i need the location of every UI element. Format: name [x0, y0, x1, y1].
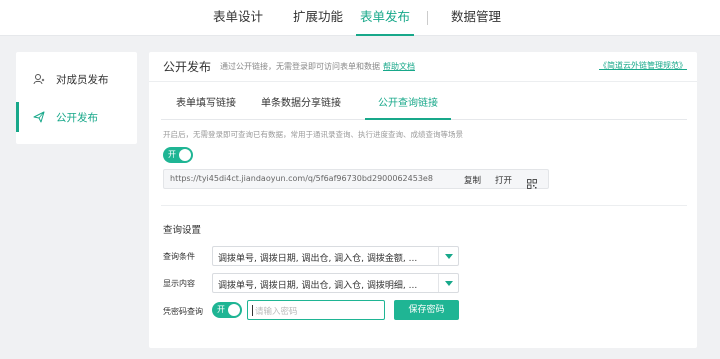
sidebar-item-label: 公开发布	[56, 111, 98, 124]
tab-data-management[interactable]: 数据管理	[451, 0, 501, 36]
description-text: 通过公开链接，无需登录即可访问表单和数据	[220, 62, 380, 71]
text-caret	[252, 305, 253, 316]
sidebar-item-member-publish[interactable]: 对成员发布	[16, 60, 137, 98]
password-placeholder: 请输入密码	[255, 307, 298, 317]
save-password-button[interactable]: 保存密码	[394, 300, 459, 320]
display-content-select[interactable]: 调拨单号, 调拨日期, 调出仓, 调入仓, 调拨明细, ...	[212, 273, 459, 293]
public-query-toggle[interactable]: 开	[163, 147, 193, 163]
query-condition-value: 调拨单号, 调拨日期, 调出仓, 调入仓, 调拨金额, ...	[218, 254, 418, 264]
publish-sidebar: 对成员发布 公开发布	[16, 52, 137, 144]
tab-form-design[interactable]: 表单设计	[213, 0, 263, 36]
query-condition-label: 查询条件	[163, 252, 195, 261]
public-url-field: https://tyi45di4ct.jiandaoyun.com/q/5f6a…	[163, 169, 549, 189]
panel-description: 通过公开链接，无需登录即可访问表单和数据 帮助文档	[220, 61, 415, 72]
section-divider	[161, 205, 687, 206]
user-icon	[32, 72, 46, 86]
nav-separator	[427, 11, 428, 25]
sidebar-item-public-publish[interactable]: 公开发布	[16, 98, 137, 136]
sidebar-item-label: 对成员发布	[56, 73, 109, 86]
panel-header: 公开发布 通过公开链接，无需登录即可访问表单和数据 帮助文档 《简道云外链管理规范…	[149, 52, 697, 82]
tab-public-query-link[interactable]: 公开查询链接	[365, 90, 451, 120]
password-input[interactable]: 请输入密码	[247, 300, 385, 320]
tab-form-publish[interactable]: 表单发布	[356, 0, 415, 36]
send-icon	[32, 110, 46, 124]
link-type-tabs: 表单填写链接 单条数据分享链接 公开查询链接	[161, 90, 687, 120]
chevron-down-icon[interactable]	[438, 274, 458, 292]
toggle-label: 开	[168, 150, 176, 159]
query-condition-select[interactable]: 调拨单号, 调拨日期, 调出仓, 调入仓, 调拨金额, ...	[212, 246, 459, 266]
external-link-policy-link[interactable]: 《简道云外链管理规范》	[599, 60, 687, 71]
display-content-value: 调拨单号, 调拨日期, 调出仓, 调入仓, 调拨明细, ...	[218, 281, 418, 291]
public-url-text: https://tyi45di4ct.jiandaoyun.com/q/5f6a…	[170, 174, 433, 183]
display-content-label: 显示内容	[163, 279, 195, 288]
toggle-label: 开	[217, 305, 225, 314]
public-publish-panel: 公开发布 通过公开链接，无需登录即可访问表单和数据 帮助文档 《简道云外链管理规范…	[149, 52, 697, 348]
page-title: 公开发布	[163, 60, 212, 74]
top-navigation-bar: 表单设计 扩展功能 表单发布 数据管理	[0, 0, 720, 36]
password-query-toggle[interactable]: 开	[212, 302, 242, 318]
query-link-hint: 开启后，无需登录即可查询已有数据，常用于通讯录查询、执行进度查询、成绩查询等场景	[163, 130, 463, 139]
tab-extensions[interactable]: 扩展功能	[293, 0, 343, 36]
toggle-knob	[179, 149, 191, 161]
qr-code-icon[interactable]	[527, 174, 537, 189]
chevron-down-icon[interactable]	[438, 247, 458, 265]
toggle-knob	[228, 304, 240, 316]
password-query-label: 凭密码查询	[163, 307, 203, 316]
top-nav: 表单设计 扩展功能 表单发布 数据管理	[0, 0, 720, 36]
tab-single-record-share-link[interactable]: 单条数据分享链接	[259, 90, 343, 120]
query-settings-title: 查询设置	[163, 225, 202, 236]
open-url-button[interactable]: 打开	[495, 174, 512, 186]
tab-form-fill-link[interactable]: 表单填写链接	[175, 90, 237, 120]
help-doc-link[interactable]: 帮助文档	[383, 62, 415, 71]
copy-url-button[interactable]: 复制	[464, 174, 481, 186]
